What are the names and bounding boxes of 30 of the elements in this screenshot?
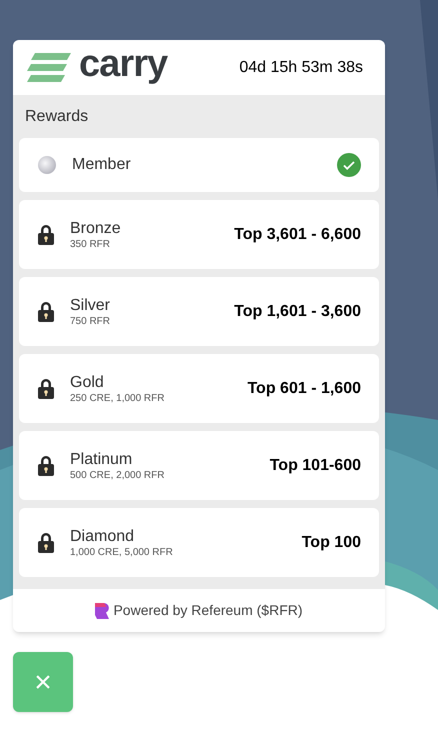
countdown-timer: 04d 15h 53m 38s xyxy=(239,58,364,78)
section-title: Rewards xyxy=(24,106,90,126)
tier-rank: Top 100 xyxy=(302,532,361,552)
lock-icon xyxy=(37,378,55,400)
tier-name: Diamond xyxy=(70,526,136,546)
tier-name: Platinum xyxy=(70,450,134,470)
logo-text: carry xyxy=(79,44,168,82)
lock-icon xyxy=(37,454,55,476)
tier-name: Bronze xyxy=(70,218,122,238)
tier-requirement: 250 CRE, 1,000 RFR xyxy=(70,392,166,404)
lock-icon xyxy=(37,224,55,246)
lock-icon xyxy=(37,300,55,322)
tier-requirement: 500 CRE, 2,000 RFR xyxy=(70,470,166,482)
tier-name: Silver xyxy=(70,296,112,316)
close-button[interactable]: × xyxy=(13,652,73,712)
orb-icon xyxy=(37,155,57,175)
stripes-logo-icon xyxy=(27,52,71,82)
tier-requirement: 1,000 CRE, 5,000 RFR xyxy=(70,546,174,558)
lock-icon xyxy=(37,532,55,554)
tier-name: Gold xyxy=(70,372,105,392)
tier-rank: Top 1,601 - 3,600 xyxy=(234,302,361,322)
tier-requirement: 750 RFR xyxy=(70,316,112,328)
brand-logo-icon xyxy=(95,602,110,618)
tier-name: Member xyxy=(72,155,132,175)
check-icon xyxy=(337,153,361,177)
tier-rank: Top 601 - 1,600 xyxy=(247,378,361,398)
tier-rank: Top 3,601 - 6,600 xyxy=(234,224,361,244)
tier-requirement: 350 RFR xyxy=(70,238,112,250)
tier-rank: Top 101-600 xyxy=(270,456,361,476)
powered-by-text: Powered by Refereum ($RFR) xyxy=(113,601,303,620)
